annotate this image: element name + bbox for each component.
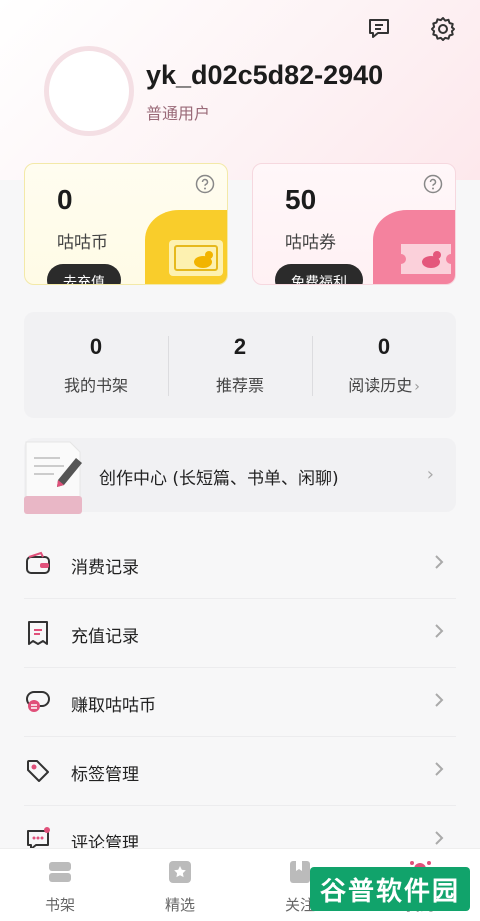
menu-item-label: 消费记录 [71, 558, 139, 578]
stat-label: 我的书架 [63, 376, 128, 395]
chevron-right-icon [435, 555, 444, 569]
chevron-right-icon: › [426, 464, 434, 485]
header-actions [364, 14, 458, 44]
help-icon[interactable] [423, 174, 443, 194]
coin-label: 咕咕币 [57, 233, 108, 253]
stat-value: 0 [377, 334, 391, 359]
tab-label: 书架 [44, 896, 75, 914]
menu-item-label: 标签管理 [71, 765, 139, 785]
featured-icon [169, 861, 191, 883]
menu-item-label: 充值记录 [71, 627, 139, 647]
ticket-label: 咕咕券 [285, 233, 336, 253]
tab-featured[interactable]: 精选 [120, 849, 240, 921]
stat-value: 0 [89, 334, 103, 359]
menu-item-recharge-records[interactable]: 充值记录 [24, 599, 456, 668]
bottom-tab-bar: 书架 精选 关注 我的 谷普软件园 [0, 848, 480, 921]
bookshelf-icon [49, 862, 71, 882]
tab-bookshelf[interactable]: 书架 [0, 849, 120, 921]
ticket-illustration [373, 210, 455, 284]
coin-illustration [145, 210, 227, 284]
avatar[interactable] [44, 46, 134, 136]
stat-recommend-tickets[interactable]: 2 推荐票 [168, 312, 312, 418]
stats-panel: 0 我的书架 2 推荐票 0 阅读历史 › [24, 312, 456, 418]
wallet-icon [26, 551, 50, 574]
free-benefits-button[interactable]: 免费福利 [275, 264, 363, 284]
coin-card[interactable]: 0 咕咕币 去充值 [24, 163, 228, 285]
chevron-right-icon [435, 624, 444, 638]
creation-center[interactable]: 创作中心 (长短篇、书单、闲聊) › [24, 438, 456, 514]
stat-bookshelf[interactable]: 0 我的书架 [24, 312, 168, 418]
help-icon[interactable] [195, 174, 215, 194]
tab-label: 精选 [164, 896, 195, 914]
chevron-right-icon [435, 762, 444, 776]
stat-reading-history[interactable]: 0 阅读历史 › [312, 312, 456, 418]
coin-value: 0 [57, 184, 73, 215]
creation-center-label: 创作中心 (长短篇、书单、闲聊) [99, 469, 339, 489]
message-icon[interactable] [364, 14, 394, 44]
watermark: 谷普软件园 [309, 867, 470, 911]
user-type: 普通用户 [146, 104, 211, 123]
chevron-right-icon [435, 693, 444, 707]
stat-label: 推荐票 [215, 376, 264, 395]
gear-icon[interactable] [428, 14, 458, 44]
menu-item-label: 赚取咕咕币 [71, 696, 156, 716]
ticket-value: 50 [285, 184, 317, 215]
stat-label: 阅读历史 [348, 376, 413, 395]
recharge-button[interactable]: 去充值 [47, 264, 121, 284]
chevron-right-icon: › [414, 379, 420, 395]
ticket-card[interactable]: 50 咕咕券 免费福利 [252, 163, 456, 285]
stat-value: 2 [233, 334, 247, 359]
receipt-icon [28, 621, 48, 645]
menu-item-consumption-records[interactable]: 消费记录 [24, 530, 456, 599]
menu-item-earn-coins[interactable]: 赚取咕咕币 [24, 668, 456, 737]
username: yk_d02c5d82-2940 [146, 60, 384, 90]
menu-item-tag-management[interactable]: 标签管理 [24, 737, 456, 806]
chevron-right-icon [435, 831, 444, 845]
tag-icon [27, 760, 49, 782]
coin-icon [26, 691, 50, 712]
book-pen-icon [24, 441, 82, 514]
menu-list: 消费记录 充值记录 赚取咕咕币 标签管理 评论管理 [0, 530, 480, 875]
